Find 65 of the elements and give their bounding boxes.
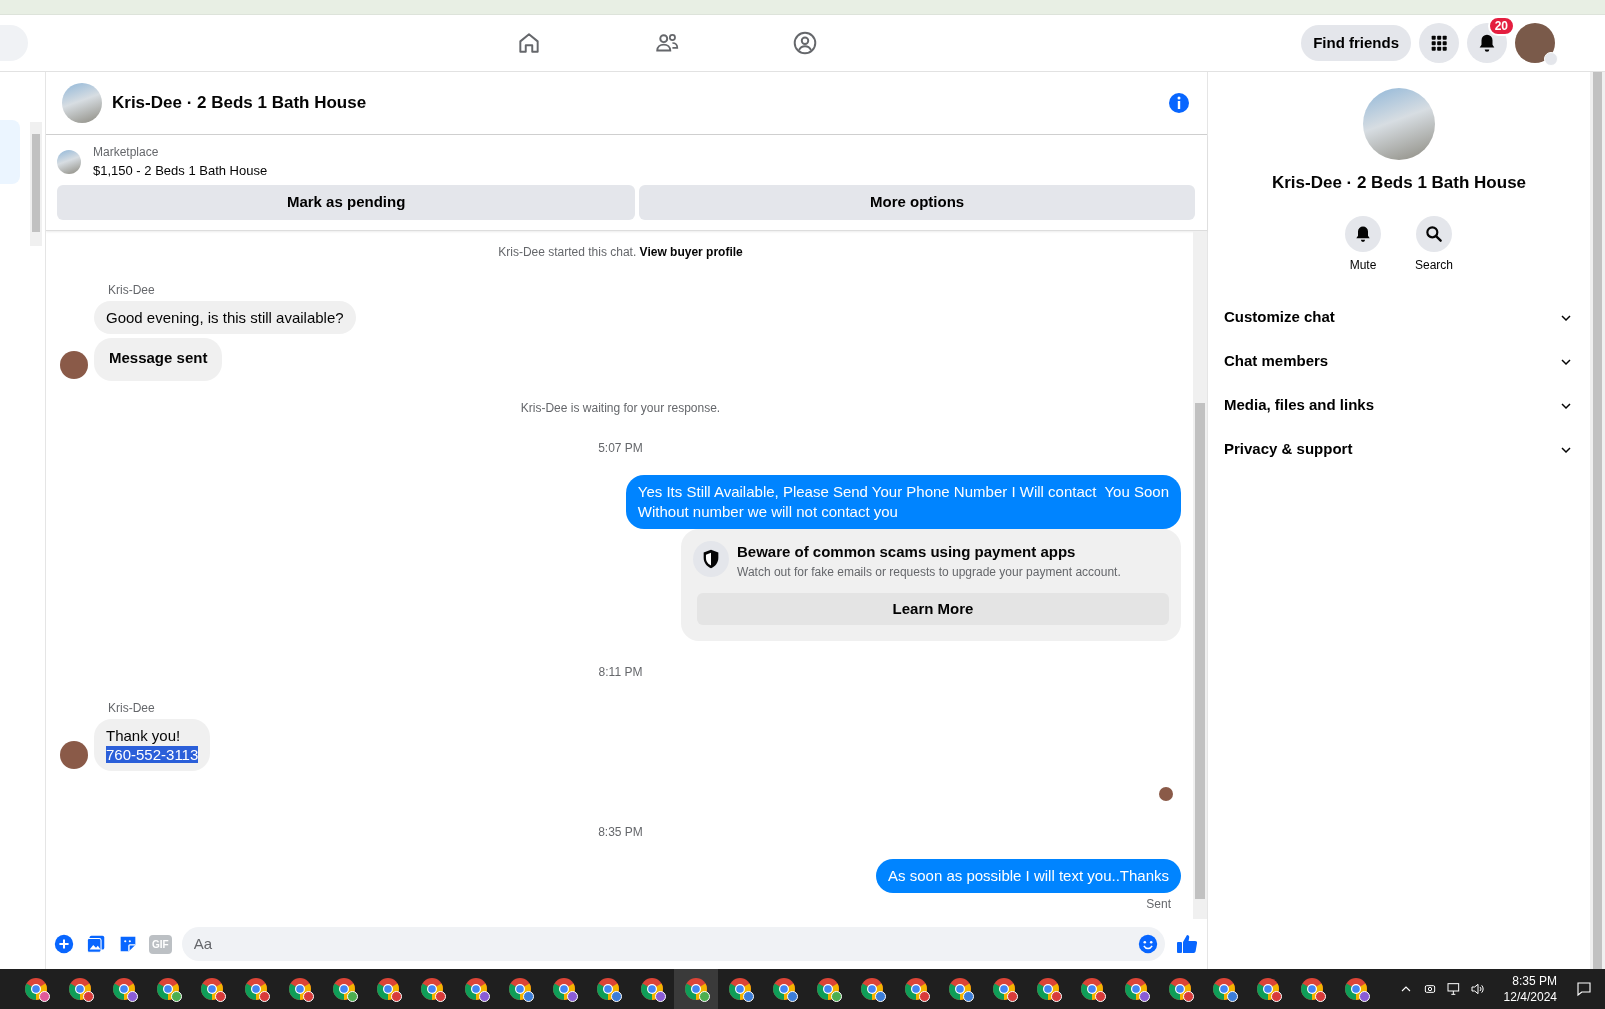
photo-placeholder [62, 83, 102, 123]
house-icon [516, 30, 542, 56]
system-message: Kris-Dee is waiting for your response. [519, 399, 722, 417]
chat-title: Kris-Dee · 2 Beds 1 Bath House [112, 92, 367, 115]
timestamp: 8:35 PM [597, 824, 644, 841]
more-options-button[interactable]: More options [639, 184, 1195, 220]
notification-badge: 20 [1487, 16, 1515, 36]
action-label: Search [1415, 256, 1453, 274]
emoji-button[interactable] [1137, 933, 1159, 955]
taskbar-app-button[interactable] [674, 969, 718, 1009]
search-button[interactable] [1416, 215, 1452, 252]
mark-pending-button[interactable]: Mark as pending [57, 184, 636, 220]
info-button[interactable] [1167, 91, 1191, 115]
warning-text: Watch out for fake emails or requests to upgrade your payment account. [737, 564, 1121, 581]
system-message: Kris-Dee started this chat. View buyer profile [497, 243, 744, 261]
people-circle-icon [792, 30, 818, 56]
timestamp: 5:07 PM [597, 439, 644, 457]
conversation-name: Kris-Dee · 2 Beds 1 Bath House [1271, 172, 1527, 194]
buyer-profile-link[interactable]: View buyer profile [639, 244, 743, 259]
learn-more-button[interactable]: Learn More [697, 593, 1169, 625]
photo-button[interactable] [85, 933, 107, 955]
smiley-icon [1137, 933, 1159, 955]
warning-title: Beware of common scams using payment apps [737, 541, 1077, 562]
mute-button[interactable] [1345, 215, 1381, 252]
profile-avatar[interactable] [1515, 23, 1555, 63]
message-bubble: As soon as possible I will text you..Thanks [876, 859, 1181, 893]
avatar-circle [60, 350, 88, 379]
thumbs-up-icon [1175, 932, 1199, 956]
message-input[interactable]: Aa [181, 927, 1165, 961]
search-icon [1424, 223, 1444, 244]
clock-date: 12/4/2024 [1503, 989, 1557, 1005]
message-bubble: Message sent [94, 337, 223, 381]
action-label: Mute [1349, 256, 1377, 274]
listing-summary: $1,150 - 2 Beds 1 Bath House [93, 162, 268, 180]
network-icon[interactable] [1445, 981, 1462, 997]
notifications-button[interactable] [1467, 23, 1507, 63]
read-receipt-avatar [1159, 787, 1173, 801]
message-status: Sent [1146, 896, 1171, 913]
image-icon [85, 933, 107, 955]
clock-time: 8:35 PM [1511, 973, 1557, 989]
photo-placeholder [57, 149, 81, 174]
sender-name: Kris-Dee [108, 700, 156, 717]
add-button[interactable] [53, 933, 75, 955]
find-friends-button[interactable]: Find friends [1301, 25, 1411, 61]
sender-name: Kris-Dee [108, 281, 156, 299]
timestamp: 8:11 PM [597, 664, 644, 681]
plus-icon [53, 933, 75, 955]
info-icon [1167, 91, 1191, 115]
menu-button[interactable] [1419, 23, 1459, 63]
listing-source: Marketplace [93, 144, 160, 161]
like-button[interactable] [1175, 932, 1199, 956]
speaker-icon[interactable] [1469, 981, 1486, 997]
section-toggle[interactable]: Customize chat [1216, 295, 1582, 340]
message-bubble: Yes Its Still Available, Please Send Your Phone Number I Will contact You Soon Without number we will not contact you [625, 474, 1181, 529]
section-toggle[interactable]: Chat members [1216, 339, 1582, 384]
scrollbar[interactable] [1193, 230, 1207, 919]
section-toggle[interactable]: Media, files and links [1216, 383, 1582, 428]
message-bubble: Thank you! 760-552-3113 [94, 719, 211, 771]
avatar-circle [60, 741, 88, 769]
scrollbar[interactable] [30, 122, 42, 246]
message-bubble: Good evening, is this still available? [94, 300, 356, 334]
chat-bubble-icon[interactable] [1575, 980, 1593, 998]
scrollbar[interactable] [1590, 72, 1605, 969]
section-toggle[interactable]: Privacy & support [1216, 427, 1582, 472]
caret-icon [1544, 52, 1558, 66]
